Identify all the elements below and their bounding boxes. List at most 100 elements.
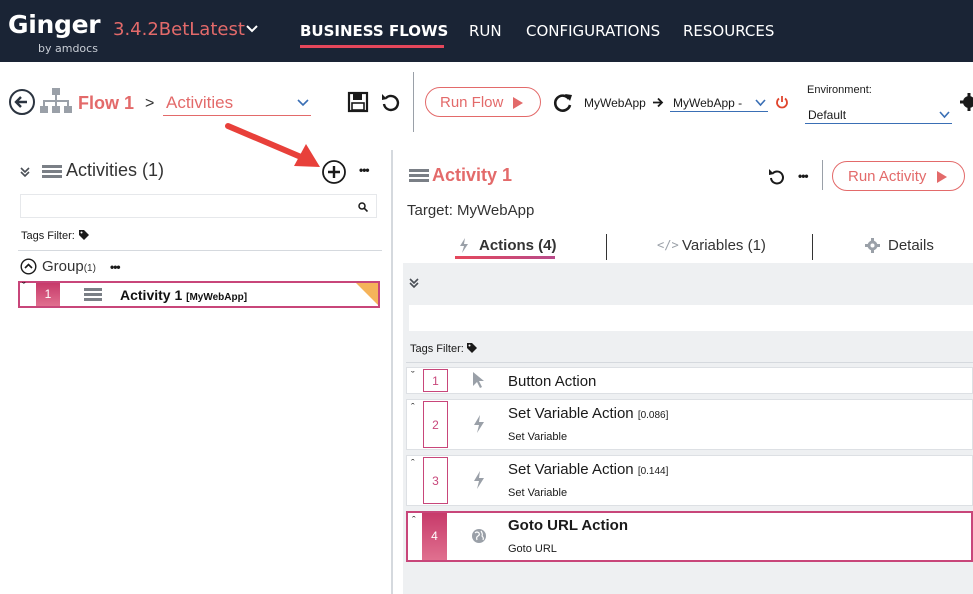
gear-icon[interactable] (959, 92, 973, 112)
activity-app: [MyWebApp] (186, 292, 248, 303)
tags-filter-label: Tags Filter: (410, 343, 464, 355)
activity-title[interactable]: Activity 1 (432, 165, 512, 186)
drag-handle-icon[interactable] (84, 288, 102, 302)
action-row[interactable]: ˆ 3 Set Variable Action [0.144] Set Vari… (406, 455, 973, 506)
tab-separator (606, 234, 607, 260)
action-row[interactable]: ˆ 2 Set Variable Action [0.086] Set Vari… (406, 399, 973, 450)
arrow-right-icon (653, 97, 664, 108)
back-button[interactable] (9, 89, 35, 115)
expand-caret-icon[interactable]: ˇ (411, 370, 415, 382)
run-activity-label: Run Activity (848, 168, 927, 185)
divider (18, 250, 382, 251)
actions-search-input[interactable] (409, 305, 973, 331)
lightning-icon (474, 471, 484, 489)
environment-label: Environment: (807, 84, 872, 96)
nav-configurations[interactable]: CONFIGURATIONS (526, 22, 660, 40)
nav-resources[interactable]: RESOURCES (683, 22, 774, 40)
action-number: 3 (423, 457, 448, 504)
tab-variables[interactable]: Variables (1) (682, 237, 766, 254)
action-number: 1 (423, 369, 448, 392)
search-icon (358, 202, 368, 212)
collapse-group-icon[interactable] (20, 258, 37, 275)
annotation-arrow (225, 123, 320, 167)
activity-target: Target: MyWebApp (407, 202, 535, 219)
version-select[interactable]: 3.4.2BetLatest (113, 19, 245, 40)
run-activity-button[interactable]: Run Activity (832, 161, 965, 191)
activity-row[interactable]: ˇ 1 Activity 1 [MyWebApp] (18, 281, 380, 308)
cursor-icon (473, 372, 484, 388)
action-subtitle: Set Variable (508, 431, 568, 443)
toolbar-divider (822, 160, 823, 190)
target-app-select-value: MyWebApp - (673, 96, 743, 110)
action-title: Set Variable Action [0.086] (508, 405, 668, 422)
tag-icon[interactable] (467, 343, 477, 353)
warning-corner-icon (356, 283, 378, 305)
flow-title[interactable]: Flow 1 (78, 93, 134, 114)
run-flow-label: Run Flow (440, 94, 504, 111)
play-icon (937, 171, 947, 183)
activities-title: Activities (1) (66, 160, 165, 180)
group-name: Group (42, 258, 84, 275)
toolbar-divider (413, 72, 414, 132)
group-more-options-icon[interactable]: ••• (110, 260, 121, 274)
action-duration: [0.144] (637, 466, 669, 477)
collapse-all-icon[interactable] (19, 166, 31, 178)
expand-caret-icon[interactable]: ˇ (22, 281, 26, 293)
chevron-down-icon[interactable] (245, 22, 259, 36)
flow-diagram-icon (40, 88, 72, 113)
arrow-left-icon (14, 96, 27, 108)
nav-business-flows[interactable]: BUSINESS FLOWS (300, 22, 448, 40)
action-number: 2 (423, 401, 448, 448)
target-app-select[interactable]: MyWebApp - (670, 95, 768, 112)
more-options-icon[interactable]: ••• (798, 169, 809, 183)
gear-icon (865, 238, 880, 253)
lightning-icon (474, 415, 484, 433)
action-title-text: Set Variable Action (508, 405, 634, 422)
tab-actions[interactable]: Actions (4) (479, 237, 557, 254)
chevron-down-icon (755, 99, 766, 107)
group-header[interactable]: Group(1) (42, 258, 96, 275)
tab-details[interactable]: Details (888, 237, 934, 254)
tags-filter-label: Tags Filter: (21, 230, 75, 242)
chevron-down-icon (297, 99, 309, 107)
run-flow-button[interactable]: Run Flow (425, 87, 541, 117)
tab-active-indicator (455, 256, 555, 259)
group-count: (1) (83, 263, 96, 274)
environment-select[interactable]: Default (805, 104, 952, 124)
collapse-caret-icon[interactable]: ˆ (411, 458, 415, 470)
target-app-label: MyWebApp (584, 96, 646, 110)
logo-subtitle: by amdocs (38, 42, 98, 55)
undo-icon[interactable] (768, 167, 786, 185)
refresh-icon[interactable] (552, 92, 574, 114)
breadcrumb-separator: > (145, 95, 155, 112)
chevron-down-icon (939, 111, 950, 119)
section-select-value: Activities (166, 93, 234, 112)
globe-icon (472, 529, 486, 543)
activity-name: Activity 1 [MyWebApp] (120, 287, 247, 303)
app-window: Ginger by amdocs 3.4.2BetLatest BUSINESS… (0, 0, 973, 594)
collapse-caret-icon[interactable]: ˆ (412, 515, 416, 527)
activities-search-input[interactable] (20, 194, 377, 218)
section-select[interactable]: Activities (163, 90, 311, 116)
save-icon[interactable] (347, 91, 369, 113)
action-row-selected[interactable]: ˆ 4 Goto URL Action Goto URL (406, 511, 973, 562)
action-row[interactable]: ˇ 1 Button Action (406, 367, 973, 394)
action-title: Set Variable Action [0.144] (508, 461, 668, 478)
logo: Ginger (8, 10, 101, 39)
environment-select-value: Default (808, 108, 847, 122)
undo-icon[interactable] (380, 91, 402, 113)
nav-run[interactable]: RUN (469, 22, 502, 40)
action-title: Button Action (508, 373, 597, 390)
collapse-all-icon[interactable] (408, 277, 420, 289)
play-icon (513, 97, 523, 109)
collapse-caret-icon[interactable]: ˆ (411, 402, 415, 414)
code-icon: </> (657, 238, 679, 252)
action-subtitle: Set Variable (508, 487, 568, 499)
activity-number: 1 (36, 283, 60, 306)
tab-separator (812, 234, 813, 260)
list-icon (42, 165, 62, 179)
more-options-icon[interactable]: ••• (359, 163, 370, 177)
action-number: 4 (422, 513, 447, 560)
tag-icon[interactable] (79, 230, 89, 240)
power-icon[interactable] (775, 95, 789, 109)
